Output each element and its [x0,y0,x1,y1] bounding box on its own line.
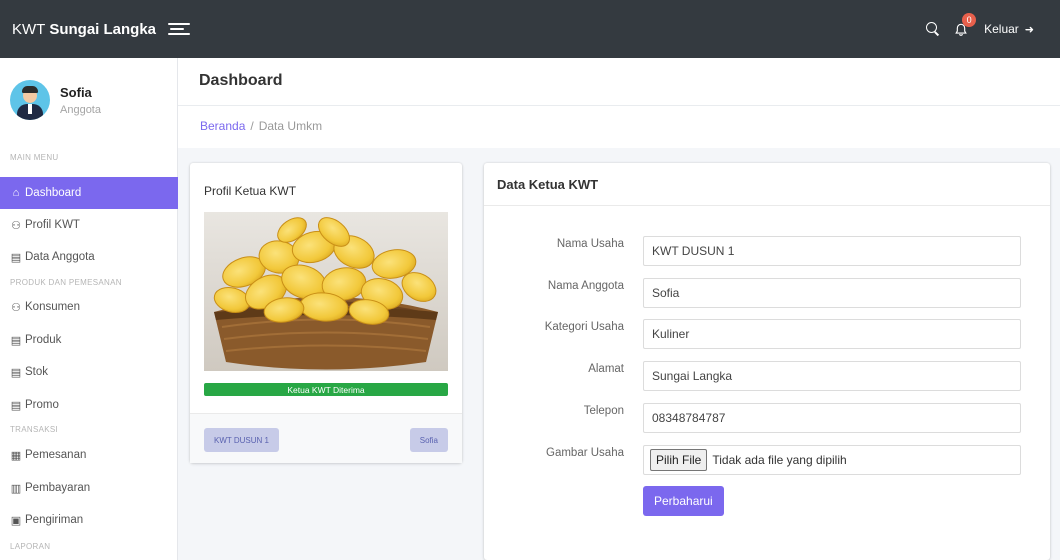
list-icon: ▤ [10,251,22,264]
sidebar-item-label: Stok [25,366,49,378]
sidebar-item-label: Dashboard [25,187,82,199]
sidebar-item-label: Pengiriman [25,514,84,526]
sidebar-item-label: Pemesanan [25,449,87,461]
receipt-icon: ▥ [10,482,22,495]
sidebar-item-pemesanan[interactable]: ▦ Pemesanan [0,439,178,471]
notification-badge: 0 [962,13,977,27]
sidebar-item-label: Produk [25,334,62,346]
sidebar-item-promo[interactable]: ▤ Promo [0,389,178,421]
sidebar-item-pembayaran[interactable]: ▥ Pembayaran [0,472,178,504]
status-progress-label: Ketua KWT Diterima [287,384,365,395]
logout-label: Keluar [984,22,1019,36]
breadcrumb: Beranda / Data Umkm [200,119,323,133]
section-produk: PRODUK DAN PEMESANAN [10,278,122,287]
sidebar-item-label: Konsumen [25,301,80,313]
user-name: Sofia [60,84,92,100]
home-icon: ⌂ [12,187,20,199]
label-nama-anggota: Nama Anggota [547,280,624,292]
sign-out-icon: ➜ [1024,23,1034,36]
label-gambar-usaha: Gambar Usaha [546,447,624,459]
sidebar-item-label: Promo [25,399,59,411]
sidebar-item-label: Profil KWT [25,219,80,231]
label-kategori-usaha: Kategori Usaha [544,321,624,333]
card-title: Data Ketua KWT [497,177,599,192]
avatar [10,80,50,120]
table-icon: ▦ [10,449,22,462]
telepon-field[interactable]: 08348784787 [643,403,1021,433]
profile-card: Profil Ketua KWT Ketua KWT Diterima KWT … [190,163,462,463]
sidebar-item-konsumen[interactable]: ⚇ Konsumen [0,291,178,323]
nama-usaha-field[interactable]: KWT DUSUN 1 [643,236,1021,266]
card-header: Data Ketua KWT [484,163,1050,206]
menu-toggle-icon[interactable] [168,22,191,36]
list-icon: ▤ [10,366,22,379]
users-icon: ⚇ [11,301,21,314]
sidebar-item-pengiriman[interactable]: ▣ Pengiriman [0,504,178,536]
business-data-card: Data Ketua KWT Nama Usaha KWT DUSUN 1 Na… [484,163,1050,560]
breadcrumb-current: Data Umkm [258,119,323,133]
brand-name: Sungai Langka [49,20,157,38]
nama-anggota-field[interactable]: Sofia [643,278,1021,308]
status-progress-fill: Ketua KWT Diterima [204,383,448,396]
alamat-field[interactable]: Sungai Langka [643,361,1021,391]
sidebar-item-profil-kwt[interactable]: ⚇ Profil KWT [0,209,178,241]
section-laporan: LAPORAN [10,542,51,551]
gambar-usaha-file-input[interactable]: Pilih File Tidak ada file yang dipilih [643,445,1021,475]
user-panel: Sofia Anggota [10,80,101,120]
list-icon: ▤ [10,399,22,412]
file-status-text: Tidak ada file yang dipilih [712,453,847,467]
sidebar-item-dashboard[interactable]: ⌂ Dashboard [0,177,178,209]
section-transaksi: TRANSAKSI [10,425,59,434]
user-role: Anggota [60,103,101,116]
sidebar-item-label: Data Anggota [25,251,95,263]
users-icon: ⚇ [11,219,21,232]
page-title: Dashboard [199,72,283,89]
label-telepon: Telepon [583,405,624,417]
profile-card-title: Profil Ketua KWT [204,184,297,198]
brand[interactable]: KWT Sungai Langka [12,21,156,38]
top-navbar: KWT Sungai Langka 0 Keluar ➜ [0,0,1060,58]
breadcrumb-home-link[interactable]: Beranda [200,119,245,133]
sidebar: Sofia Anggota MAIN MENU ⌂ Dashboard ⚇ Pr… [0,58,178,560]
content-header: Dashboard [178,58,1060,106]
business-photo [204,212,448,371]
search-icon[interactable] [926,22,940,36]
update-button[interactable]: Perbaharui [643,486,724,516]
choose-file-button[interactable]: Pilih File [650,449,708,471]
label-alamat: Alamat [588,363,624,375]
profile-card-footer: KWT DUSUN 1 Sofia [190,413,462,463]
list-icon: ▤ [10,334,22,347]
logout-button[interactable]: Keluar ➜ [984,22,1034,36]
notification-bell-icon[interactable]: 0 [954,13,977,37]
section-main-menu: MAIN MENU [10,153,59,162]
sidebar-item-stok[interactable]: ▤ Stok [0,356,178,388]
sidebar-item-produk[interactable]: ▤ Produk [0,324,178,356]
sidebar-item-data-anggota[interactable]: ▤ Data Anggota [0,241,178,273]
kategori-usaha-field[interactable]: Kuliner [643,319,1021,349]
status-progress-bar: Ketua KWT Diterima [204,383,448,396]
business-name-tag[interactable]: KWT DUSUN 1 [204,428,279,452]
label-nama-usaha: Nama Usaha [556,238,624,250]
box-icon: ▣ [10,514,22,527]
breadcrumb-bar: Beranda / Data Umkm [178,106,1060,148]
brand-prefix: KWT [12,20,46,38]
sidebar-item-label: Pembayaran [25,482,91,494]
member-name-tag[interactable]: Sofia [409,428,448,452]
